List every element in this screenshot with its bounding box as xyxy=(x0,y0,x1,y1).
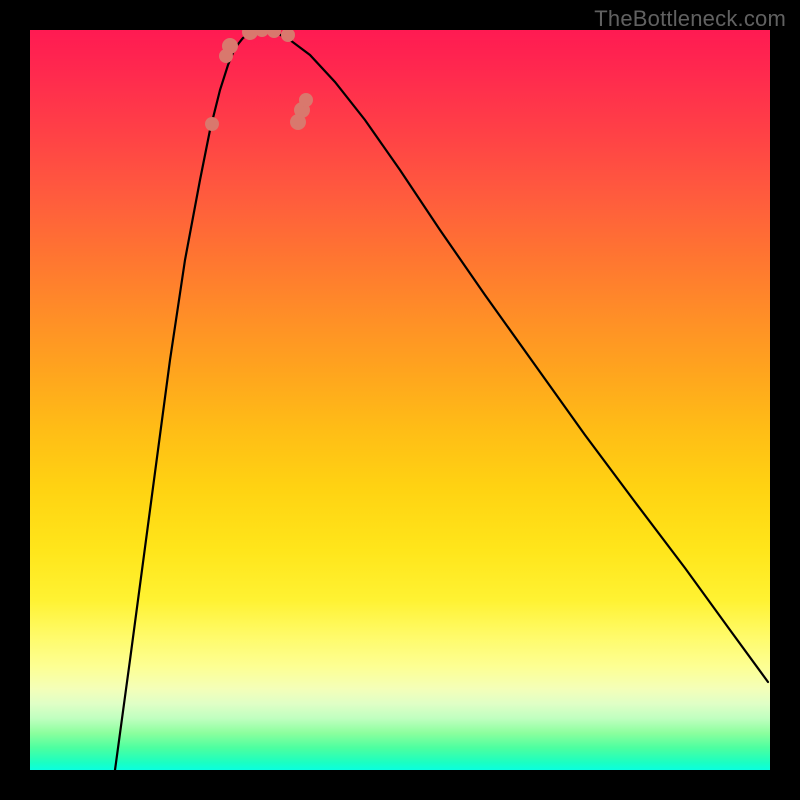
curve-marker xyxy=(299,93,313,107)
attribution-text: TheBottleneck.com xyxy=(594,6,786,32)
bottleneck-curve xyxy=(115,30,768,770)
chart-frame: TheBottleneck.com xyxy=(0,0,800,800)
plot-area xyxy=(30,30,770,770)
curve-layer xyxy=(30,30,770,770)
curve-marker xyxy=(281,30,295,42)
curve-marker xyxy=(222,38,238,54)
curve-marker xyxy=(255,30,269,37)
curve-marker xyxy=(267,30,281,38)
curve-marker xyxy=(205,117,219,131)
